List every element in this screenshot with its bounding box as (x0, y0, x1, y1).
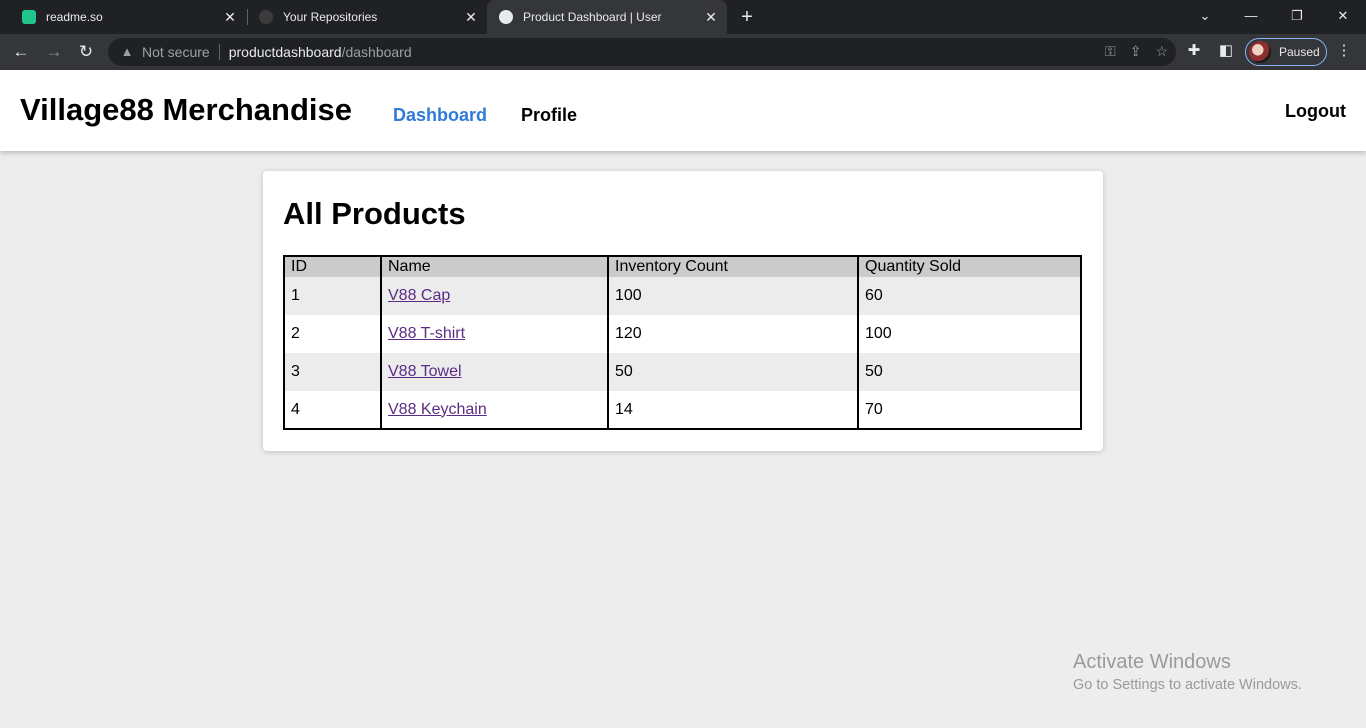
site-header: Village88 Merchandise Dashboard Profile … (0, 70, 1366, 151)
site-brand: Village88 Merchandise (20, 92, 352, 127)
cell-sold: 50 (857, 353, 1081, 391)
share-icon[interactable]: ⇪ (1130, 43, 1142, 60)
profile-button[interactable]: Paused (1245, 38, 1327, 66)
cell-inventory: 100 (607, 277, 858, 315)
products-table: ID Name Inventory Count Quantity Sold 1 … (283, 255, 1082, 430)
reload-icon[interactable]: ↻ (75, 41, 97, 63)
cell-name: V88 T-shirt (380, 315, 608, 353)
url-path[interactable]: /dashboard (342, 44, 412, 60)
new-tab-plus-icon[interactable]: + (737, 7, 757, 27)
cell-inventory: 120 (607, 315, 858, 353)
nav-profile-link[interactable]: Profile (521, 105, 577, 126)
globe-icon (499, 10, 513, 24)
product-link[interactable]: V88 Keychain (388, 401, 487, 418)
product-link[interactable]: V88 T-shirt (388, 325, 465, 342)
logout-link[interactable]: Logout (1285, 101, 1346, 122)
column-header-id: ID (284, 256, 381, 277)
restore-icon[interactable]: ❐ (1285, 6, 1309, 26)
watermark-subtitle: Go to Settings to activate Windows. (1073, 677, 1302, 693)
forward-arrow-icon[interactable]: → (43, 41, 65, 63)
cell-id: 2 (291, 325, 300, 342)
browser-toolbar: ← → ↻ ▲ Not secure productdashboard/dash… (0, 34, 1366, 70)
cell-name: V88 Towel (380, 353, 608, 391)
close-window-icon[interactable]: ✕ (1331, 6, 1355, 26)
watermark-title: Activate Windows (1073, 651, 1231, 673)
cell-id: 3 (291, 363, 300, 380)
close-icon[interactable]: ✕ (222, 9, 238, 25)
column-header-inventory: Inventory Count (607, 256, 858, 277)
cell-id: 4 (291, 400, 300, 418)
address-actions: ⚿ ⇪ ☆ (1105, 43, 1168, 60)
github-icon (259, 10, 273, 24)
cell-inventory: 50 (607, 353, 858, 391)
cell-name: V88 Cap (380, 277, 608, 315)
back-arrow-icon[interactable]: ← (10, 41, 32, 63)
cell-inventory: 14 (607, 391, 858, 429)
minimize-icon[interactable]: — (1239, 6, 1263, 26)
key-icon[interactable]: ⚿ (1105, 43, 1116, 60)
cell-name: V88 Keychain (380, 391, 608, 429)
tab-repositories[interactable]: Your Repositories ✕ (237, 0, 487, 34)
address-divider (218, 44, 220, 60)
tab-title: Product Dashboard | User (523, 10, 662, 24)
table-header-row: ID Name Inventory Count Quantity Sold (284, 256, 1081, 277)
nav-dashboard-link[interactable]: Dashboard (393, 105, 487, 126)
table-row: 1 V88 Cap 100 60 (284, 277, 1081, 315)
extensions-puzzle-icon[interactable]: ✚ (1183, 40, 1205, 62)
side-panel-icon[interactable]: ◧ (1215, 40, 1237, 62)
tab-search-chevron-icon[interactable]: ⌄ (1193, 6, 1217, 26)
tab-readme[interactable]: readme.so ✕ (0, 0, 246, 34)
table-row: 4 V88 Keychain 14 70 (284, 391, 1081, 429)
column-header-name: Name (380, 256, 608, 277)
table-row: 2 V88 T-shirt 120 100 (284, 315, 1081, 353)
security-label[interactable]: Not secure (142, 44, 210, 60)
tab-title: Your Repositories (283, 10, 378, 24)
profile-status: Paused (1279, 45, 1320, 59)
star-icon[interactable]: ☆ (1155, 43, 1168, 60)
url-host[interactable]: productdashboard (229, 44, 342, 60)
address-bar[interactable]: ▲ Not secure productdashboard/dashboard … (108, 38, 1176, 66)
tab-product-dashboard[interactable]: Product Dashboard | User ✕ (487, 0, 727, 34)
cell-sold: 60 (857, 277, 1081, 315)
close-icon[interactable]: ✕ (703, 9, 719, 25)
product-link[interactable]: V88 Cap (388, 287, 450, 304)
windows-activation-watermark: Activate Windows Go to Settings to activ… (1073, 651, 1302, 693)
cell-id: 1 (291, 287, 300, 304)
product-link[interactable]: V88 Towel (388, 363, 462, 380)
menu-kebab-icon[interactable]: ⋮ (1333, 40, 1355, 62)
page-title: All Products (283, 196, 466, 231)
readme-favicon-icon (22, 10, 36, 24)
table-row: 3 V88 Towel 50 50 (284, 353, 1081, 391)
browser-tabstrip: readme.so ✕ Your Repositories ✕ Product … (0, 0, 1366, 34)
tab-title: readme.so (46, 10, 103, 24)
column-header-sold: Quantity Sold (857, 256, 1081, 277)
cell-sold: 70 (857, 391, 1081, 429)
cell-sold: 100 (857, 315, 1081, 353)
avatar (1249, 41, 1271, 63)
warning-icon[interactable]: ▲ (119, 44, 135, 60)
products-card: All Products ID Name Inventory Count Qua… (263, 171, 1103, 451)
close-icon[interactable]: ✕ (463, 9, 479, 25)
